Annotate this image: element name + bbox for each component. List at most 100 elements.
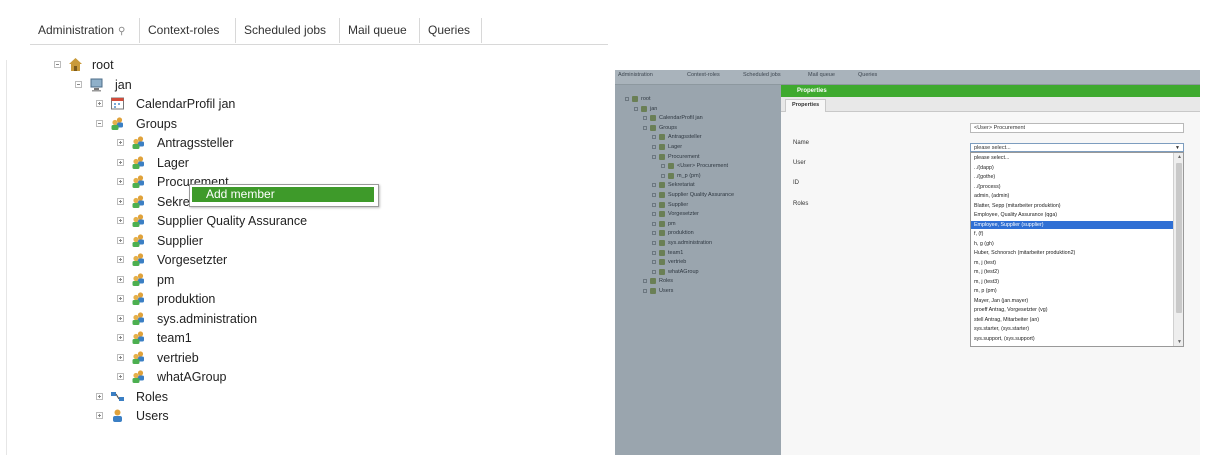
expand-icon[interactable] (643, 116, 647, 121)
expand-icon[interactable] (117, 158, 124, 166)
user-select[interactable]: please select... ▼ (970, 143, 1184, 152)
expand-icon[interactable] (117, 314, 124, 322)
tab-mail-queue[interactable]: Mail queue (340, 18, 420, 43)
tree-node-label: Procurement (668, 153, 700, 160)
tab-queries[interactable]: Queries (420, 18, 482, 43)
expand-icon[interactable] (643, 125, 647, 130)
expand-icon[interactable] (643, 289, 647, 293)
tab-administration-small[interactable]: Administration (618, 72, 653, 78)
expand-icon[interactable] (117, 295, 124, 302)
expand-icon[interactable] (652, 269, 656, 274)
tab-mail-queue-small[interactable]: Mail queue (808, 72, 835, 78)
tree-node-label: pm (668, 220, 676, 227)
user-option[interactable]: proeff Antrag, Vorgesetzter (vg) (971, 306, 1175, 314)
expand-icon[interactable] (652, 221, 656, 226)
collapse-icon[interactable] (54, 61, 61, 68)
user-dropdown-list: please select... ../(dapp) ../(gothe) ../(p… (970, 152, 1184, 347)
collapse-icon[interactable] (75, 80, 82, 88)
scroll-thumb[interactable] (1176, 163, 1182, 313)
expand-icon[interactable] (661, 173, 665, 178)
expand-icon[interactable] (634, 106, 638, 111)
user-option[interactable]: please select... (971, 154, 1175, 162)
tab-bar-small: Administration Context-roles Scheduled j… (615, 70, 1200, 85)
expand-icon[interactable] (652, 231, 656, 236)
user-option[interactable]: ../(gothe) (971, 173, 1175, 181)
tab-scheduled-jobs[interactable]: Scheduled jobs (236, 18, 340, 43)
name-field[interactable]: <User> Procurement (970, 123, 1184, 133)
tree-node-label: vertrieb (668, 259, 687, 266)
user-option[interactable]: Blatter, Sepp (mitarbeiter produktion) (971, 202, 1175, 210)
tab-context-roles[interactable]: Context-roles (140, 18, 236, 43)
tree-node-label: Sekretariat (668, 182, 695, 189)
user-option[interactable]: sys.starter, (sys.starter) (971, 325, 1175, 333)
group-icon (668, 163, 674, 170)
expand-icon[interactable] (117, 236, 124, 244)
user-option[interactable]: h, g (gh) (971, 240, 1175, 248)
user-option[interactable]: m, p (pm) (971, 287, 1175, 295)
user-option[interactable]: admin, (admin) (971, 192, 1175, 200)
dropdown-scrollbar[interactable]: ▲ ▼ (1173, 153, 1183, 346)
group-icon (641, 105, 647, 112)
group-icon (659, 240, 665, 246)
user-option[interactable]: m, j (test2) (971, 268, 1175, 276)
tab-queries-small[interactable]: Queries (858, 72, 877, 78)
tab-properties[interactable]: Properties (785, 99, 827, 112)
tree-node-label: <User> Procurement (677, 163, 729, 170)
group-icon (659, 182, 665, 189)
group-icon (659, 144, 665, 150)
user-option[interactable]: f, (f) (971, 230, 1175, 238)
expand-icon[interactable] (652, 145, 656, 149)
collapse-icon[interactable] (96, 119, 103, 127)
tree-node-label: vertrieb (157, 350, 199, 365)
expand-icon[interactable] (117, 275, 124, 283)
user-option[interactable]: ../(process) (971, 183, 1175, 191)
user-option[interactable]: m, j (test) (971, 259, 1175, 267)
expand-icon[interactable] (117, 353, 124, 361)
user-option[interactable]: m, j (test3) (971, 278, 1175, 286)
user-option[interactable]: Employee, Supplier (supplier) (971, 220, 1175, 229)
expand-icon[interactable] (661, 164, 665, 169)
tree-node-label: Vorgesetzter (668, 211, 699, 218)
tab-scheduled-jobs-small[interactable]: Scheduled jobs (743, 72, 781, 78)
user-option[interactable]: stell Antrag, Mitarbeiter (an) (971, 316, 1175, 324)
expand-icon[interactable] (96, 100, 103, 107)
group-icon (650, 278, 656, 285)
user-option[interactable]: Employee, Quality Assurance (qga) (971, 211, 1175, 219)
expand-icon[interactable] (652, 183, 656, 188)
expand-icon[interactable] (652, 212, 656, 217)
expand-icon[interactable] (652, 202, 656, 207)
expand-icon[interactable] (117, 178, 124, 185)
pin-icon[interactable]: ⚲ (118, 19, 125, 44)
user-label: User (793, 160, 806, 166)
expand-icon[interactable] (625, 97, 629, 101)
expand-icon[interactable] (117, 139, 124, 146)
expand-icon[interactable] (652, 241, 656, 245)
expand-icon[interactable] (117, 334, 124, 341)
expand-icon[interactable] (96, 392, 103, 400)
tree-node-label: sys.administration (157, 311, 258, 326)
expand-icon[interactable] (652, 154, 656, 159)
expand-icon[interactable] (652, 135, 656, 140)
tab-context-roles-small[interactable]: Context-roles (687, 72, 720, 78)
tab-administration[interactable]: Administration ⚲ (30, 18, 140, 43)
user-option[interactable]: ../(dapp) (971, 164, 1175, 172)
expand-icon[interactable] (117, 256, 124, 263)
properties-title: Properties (781, 85, 1200, 97)
group-icon (131, 233, 146, 248)
user-option[interactable]: Mayer, Jan (jan.mayer) (971, 297, 1175, 305)
user-option[interactable]: Huber, Schnorsch (mitarbeiter produktion… (971, 249, 1175, 257)
user-option[interactable]: sys.support, (sys.support) (971, 335, 1175, 343)
expand-icon[interactable] (117, 197, 124, 205)
add-member-menu-item[interactable]: Add member (192, 187, 374, 202)
group-icon (131, 291, 146, 306)
tree-node-label: CalendarProfil jan (136, 97, 236, 111)
expand-icon[interactable] (96, 412, 103, 419)
expand-icon[interactable] (652, 193, 656, 197)
scroll-down-icon[interactable]: ▼ (1177, 339, 1182, 345)
expand-icon[interactable] (117, 373, 124, 380)
expand-icon[interactable] (117, 217, 124, 224)
expand-icon[interactable] (652, 250, 656, 255)
expand-icon[interactable] (652, 260, 656, 265)
scroll-up-icon[interactable]: ▲ (1177, 154, 1182, 160)
expand-icon[interactable] (643, 279, 647, 284)
